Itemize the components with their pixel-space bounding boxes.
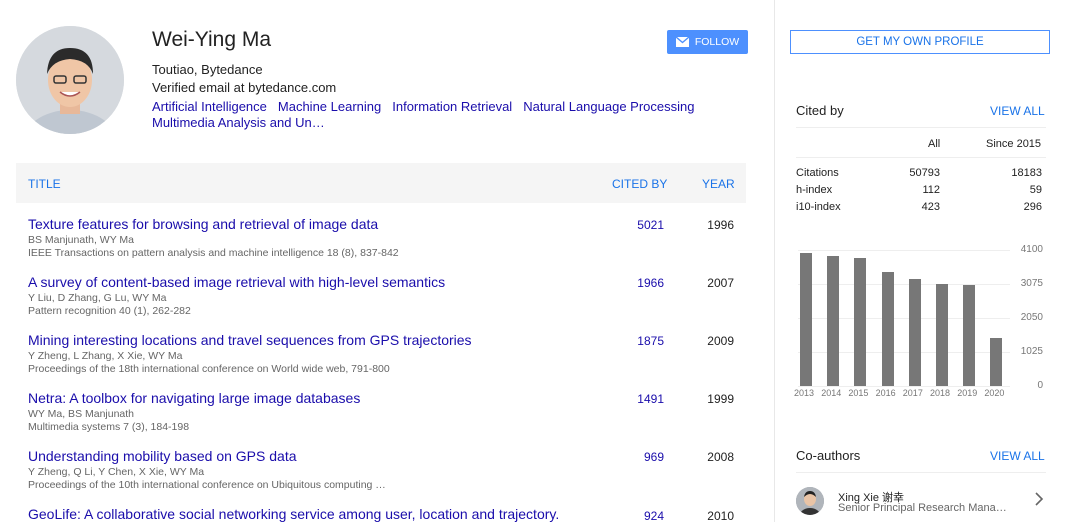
chart-x-tick-label: 2018 — [930, 388, 951, 398]
chart-bar-2017[interactable] — [908, 279, 921, 386]
stat-all-value: 423 — [921, 201, 940, 213]
column-year[interactable]: YEAR — [702, 177, 735, 191]
chart-bar-2018[interactable] — [936, 284, 948, 386]
follow-label: FOLLOW — [694, 36, 740, 48]
stat-since-value: 296 — [1023, 201, 1042, 213]
chart-bar-2019[interactable] — [963, 285, 976, 386]
sidebar-divider — [774, 0, 775, 522]
chart-y-tick-label: 2050 — [1020, 312, 1043, 323]
get-my-own-profile-button[interactable]: GET MY OWN PROFILE — [790, 30, 1050, 54]
chart-bar-2020[interactable] — [990, 337, 1003, 386]
stat-label: h-index — [796, 184, 833, 196]
article-year: 2009 — [707, 334, 734, 348]
table-row: A survey of content-based image retrieva… — [16, 274, 746, 332]
chart-y-tick-label: 0 — [1037, 380, 1043, 391]
article-year: 2010 — [707, 509, 734, 523]
table-row: Understanding mobility based on GPS data… — [16, 448, 746, 506]
table-row: Texture features for browsing and retrie… — [16, 216, 746, 274]
article-title-link[interactable]: Netra: A toolbox for navigating large im… — [28, 390, 360, 406]
article-title-link[interactable]: GeoLife: A collaborative social networki… — [28, 506, 559, 522]
column-all: All — [928, 138, 941, 150]
article-venue: Multimedia systems 7 (3), 184-198 — [28, 421, 190, 433]
coauthors-heading: Co-authors — [796, 448, 861, 463]
table-row: Mining interesting locations and travel … — [16, 332, 746, 390]
chart-y-tick-label: 4100 — [1020, 244, 1043, 255]
interest-link[interactable]: Artificial Intelligence — [152, 99, 267, 114]
divider — [796, 157, 1046, 158]
coauthors-view-all-link[interactable]: VIEW ALL — [990, 449, 1045, 463]
cited-by-link[interactable]: 1875 — [637, 334, 664, 348]
chart-x-tick-label: 2014 — [821, 388, 842, 398]
article-authors: Y Zheng, Q Li, Y Chen, X Xie, WY Ma — [28, 466, 205, 478]
article-authors: WY Ma, BS Manjunath — [28, 408, 135, 420]
chart-bar-2015[interactable] — [854, 258, 867, 386]
article-title-link[interactable]: Understanding mobility based on GPS data — [28, 448, 297, 464]
chevron-right-icon[interactable] — [1034, 492, 1044, 506]
stat-label: i10-index — [796, 201, 841, 213]
chart-bar-2013[interactable] — [800, 253, 812, 386]
article-year: 2008 — [707, 450, 734, 464]
coauthor-title: Senior Principal Research Mana… — [838, 502, 1007, 514]
column-cited-by[interactable]: CITED BY — [612, 177, 667, 191]
cited-by-view-all-link[interactable]: VIEW ALL — [990, 104, 1045, 118]
cited-by-link[interactable]: 1966 — [637, 276, 664, 290]
article-title-link[interactable]: Texture features for browsing and retrie… — [28, 216, 378, 232]
stat-all-value: 112 — [922, 184, 940, 196]
column-since-2015: Since 2015 — [986, 138, 1042, 150]
chart-x-tick-label: 2016 — [875, 388, 896, 398]
article-venue: IEEE Transactions on pattern analysis an… — [28, 247, 399, 259]
interest-link[interactable]: Information Retrieval — [392, 99, 512, 114]
interest-link[interactable]: Machine Learning — [278, 99, 381, 114]
chart-gridline — [798, 386, 1010, 387]
chart-bar-2014[interactable] — [827, 255, 840, 386]
divider — [796, 472, 1046, 473]
profile-name: Wei-Ying Ma — [152, 28, 272, 51]
article-authors: Y Zheng, L Zhang, X Xie, WY Ma — [28, 350, 183, 362]
chart-x-tick-label: 2013 — [794, 388, 815, 398]
profile-email: Verified email at bytedance.com — [152, 80, 337, 95]
follow-button[interactable]: FOLLOW — [667, 30, 748, 54]
citations-chart: 4100 3075 2050 1025 0 2013 2014 2015 2016 2017 201… — [790, 236, 1050, 406]
cited-by-link[interactable]: 969 — [644, 450, 664, 464]
article-authors: BS Manjunath, WY Ma — [28, 234, 135, 246]
article-title-link[interactable]: A survey of content-based image retrieva… — [28, 274, 445, 290]
cited-by-link[interactable]: 1491 — [637, 392, 664, 406]
chart-y-tick-label: 1025 — [1020, 346, 1043, 357]
coauthor-avatar[interactable] — [796, 487, 824, 515]
article-year: 1996 — [707, 218, 734, 232]
chart-x-tick-label: 2015 — [848, 388, 869, 398]
article-year: 1999 — [707, 392, 734, 406]
cited-by-link[interactable]: 5021 — [637, 218, 664, 232]
chart-x-tick-label: 2020 — [984, 388, 1005, 398]
column-title[interactable]: TITLE — [28, 177, 61, 191]
divider — [796, 127, 1046, 128]
interest-link[interactable]: Natural Language Processing — [523, 99, 694, 114]
mail-icon — [675, 37, 689, 47]
article-year: 2007 — [707, 276, 734, 290]
research-interests: Artificial Intelligence Machine Learning I… — [152, 99, 732, 131]
interest-link[interactable]: Multimedia Analysis and Un… — [152, 115, 325, 130]
chart-gridline — [798, 250, 1010, 251]
chart-x-tick-label: 2017 — [902, 388, 923, 398]
table-row: GeoLife: A collaborative social networki… — [16, 506, 746, 523]
article-venue: Pattern recognition 40 (1), 262-282 — [28, 305, 191, 317]
stat-since-value: 18183 — [1011, 167, 1042, 179]
article-venue: Proceedings of the 10th international co… — [28, 479, 386, 491]
chart-x-tick-label: 2019 — [957, 388, 978, 398]
cited-by-heading: Cited by — [796, 103, 844, 118]
articles-table-header: TITLE CITED BY YEAR — [16, 163, 746, 203]
article-venue: Proceedings of the 18th international co… — [28, 363, 390, 375]
stat-label: Citations — [796, 167, 839, 179]
article-title-link[interactable]: Mining interesting locations and travel … — [28, 332, 472, 348]
chart-bar-2016[interactable] — [881, 272, 894, 386]
article-authors: Y Liu, D Zhang, G Lu, WY Ma — [28, 292, 167, 304]
profile-affiliation: Toutiao, Bytedance — [152, 62, 263, 77]
table-row: Netra: A toolbox for navigating large im… — [16, 390, 746, 448]
stat-since-value: 59 — [1029, 184, 1042, 196]
cited-by-link[interactable]: 924 — [644, 509, 664, 523]
chart-y-tick-label: 3075 — [1020, 278, 1043, 289]
avatar — [16, 26, 124, 134]
stat-all-value: 50793 — [909, 167, 940, 179]
